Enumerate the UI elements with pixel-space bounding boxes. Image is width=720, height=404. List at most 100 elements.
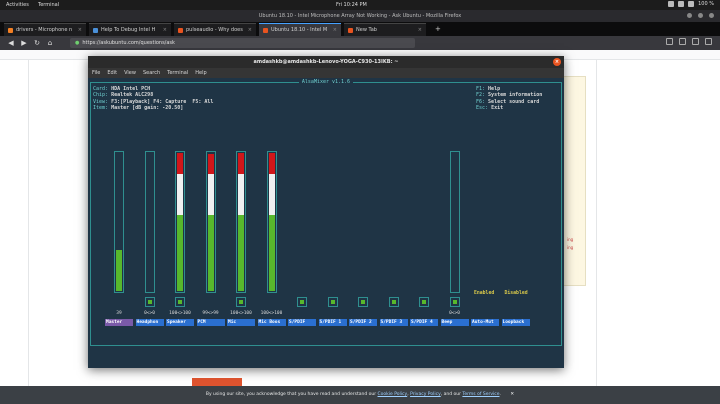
channel-label[interactable]: S/PDIF 1 (318, 319, 347, 326)
channel-label[interactable]: Mic Boos (257, 319, 286, 326)
cookie-policy-link[interactable]: Cookie Policy (378, 392, 408, 397)
favicon-icon (8, 27, 13, 33)
channel-label[interactable]: S/PDIF 3 (379, 319, 408, 326)
volume-fill-white (238, 173, 244, 216)
volume-bar[interactable] (144, 151, 155, 293)
favicon-icon (178, 27, 183, 33)
terminal-window[interactable]: amdashkb@amdashkb-Lenovo-YOGA-C930-13IKB… (88, 56, 564, 368)
minimize-icon[interactable] (687, 13, 692, 18)
channel-label[interactable]: S/PDIF 2 (349, 319, 377, 326)
mute-switch[interactable] (419, 297, 429, 307)
mute-switch[interactable] (449, 297, 460, 307)
volume-value: 0<>0 (449, 311, 460, 316)
menu-item-search[interactable]: Search (143, 70, 160, 76)
terms-of-service-link[interactable]: Terms of Service (462, 392, 499, 397)
browser-tab[interactable]: pulseaudio - Why does × (174, 23, 256, 36)
mute-switch-indicator (361, 300, 365, 304)
maximize-icon[interactable] (698, 13, 703, 18)
volume-icon (678, 1, 685, 7)
back-icon[interactable]: ◀ (6, 39, 16, 47)
cookie-text: , and our (440, 392, 461, 397)
channel-label[interactable]: Mic (227, 319, 255, 326)
mute-switch[interactable] (327, 297, 338, 307)
help-keys: F1: Help F2: System information F6: Select… (476, 86, 542, 111)
mute-switch[interactable] (175, 297, 185, 307)
library-icon[interactable] (666, 38, 673, 45)
mute-switch[interactable] (236, 297, 246, 307)
tab-label: New Tab (356, 27, 377, 33)
app-menu[interactable]: Terminal (38, 2, 59, 8)
activities-button[interactable]: Activities (6, 2, 29, 8)
volume-bar[interactable] (175, 151, 185, 293)
channel-label[interactable]: Loopback (501, 319, 530, 326)
gnome-top-bar: Activities Terminal Fri 10:24 PM 100 % (0, 0, 720, 10)
browser-tab[interactable]: drivers - Microphone n × (4, 23, 86, 36)
enum-value: Disabled (504, 291, 528, 296)
menu-item-terminal[interactable]: Terminal (167, 70, 188, 76)
sidebar-link[interactable]: ing (567, 237, 573, 242)
clock[interactable]: Fri 10:24 PM (336, 2, 367, 8)
tab-close-icon[interactable]: × (333, 27, 337, 33)
system-tray[interactable]: 100 % (668, 1, 714, 7)
forward-icon[interactable]: ▶ (19, 39, 29, 47)
mute-switch[interactable] (358, 297, 368, 307)
channel-label[interactable]: S/PDIF (288, 319, 316, 326)
channel-label[interactable]: Master (105, 319, 133, 326)
new-tab-icon[interactable]: + (429, 23, 447, 36)
post-question-button[interactable] (192, 378, 242, 386)
card-info: Card: HDA Intel PCH Chip: Realtek ALC298 V… (93, 86, 213, 111)
battery-icon (688, 1, 695, 7)
privacy-policy-link[interactable]: Privacy Policy (410, 392, 441, 397)
tab-close-icon[interactable]: × (418, 27, 422, 33)
browser-tab[interactable]: New Tab × (344, 23, 426, 36)
url-bar[interactable]: ● https://askubuntu.com/questions/ask (70, 38, 415, 48)
menu-item-help[interactable]: Help (195, 70, 206, 76)
terminal-title: amdashkb@amdashkb-Lenovo-YOGA-C930-13IKB… (253, 59, 399, 65)
mute-switch[interactable] (144, 297, 155, 307)
terminal-titlebar[interactable]: amdashkb@amdashkb-Lenovo-YOGA-C930-13IKB… (88, 56, 564, 68)
mute-switch-indicator (147, 300, 152, 304)
card-info-line: Item: Master [dB gain: -20.50] (93, 104, 184, 111)
mute-switch-indicator (422, 300, 426, 304)
menu-item-file[interactable]: File (92, 70, 100, 76)
volume-bar[interactable] (266, 151, 277, 293)
channel-label[interactable]: Speaker (166, 319, 194, 326)
channel-label[interactable]: Auto-Mut (471, 319, 499, 326)
tab-label: pulseaudio - Why does (186, 27, 243, 33)
sidebar-link[interactable]: ing (567, 245, 573, 250)
volume-bar[interactable] (205, 151, 216, 293)
close-icon[interactable]: ✕ (510, 392, 514, 397)
close-icon[interactable] (709, 13, 714, 18)
alsamixer-screen[interactable]: AlsaMixer v1.1.6 Card: HDA Intel PCH Chip… (88, 78, 564, 368)
browser-tab[interactable]: Ubuntu 18.10 - Intel M × (259, 23, 341, 36)
close-icon[interactable]: × (553, 58, 561, 66)
channel-label[interactable]: PCM (196, 319, 225, 326)
channel-label[interactable]: S/PDIF 4 (410, 319, 438, 326)
alsamixer-title: AlsaMixer v1.1.6 (88, 79, 564, 85)
volume-value: 39 (116, 311, 122, 316)
volume-bar[interactable] (449, 151, 460, 293)
volume-bar[interactable] (236, 151, 246, 293)
mute-switch[interactable] (388, 297, 399, 307)
firefox-titlebar: Ubuntu 18.10 - Intel Microphone Array No… (0, 10, 720, 22)
mute-switch[interactable] (297, 297, 307, 307)
volume-value: 100<>100 (260, 311, 283, 316)
mute-switch-indicator (300, 300, 304, 304)
tab-close-icon[interactable]: × (78, 27, 82, 33)
browser-tab[interactable]: Help To Debug Intel H × (89, 23, 171, 36)
channel-label[interactable]: Headphon (135, 319, 164, 326)
volume-bar[interactable] (114, 151, 124, 293)
tab-label: Ubuntu 18.10 - Intel M (271, 27, 328, 33)
channel-label[interactable]: Beep (440, 319, 469, 326)
extension-icon[interactable] (692, 38, 699, 45)
menu-item-view[interactable]: View (124, 70, 136, 76)
tab-close-icon[interactable]: × (248, 27, 252, 33)
home-icon[interactable]: ⌂ (45, 39, 55, 47)
column-divider (596, 60, 597, 386)
reload-icon[interactable]: ↻ (32, 39, 42, 47)
menu-item-edit[interactable]: Edit (107, 70, 117, 76)
tab-close-icon[interactable]: × (163, 27, 167, 33)
menu-icon[interactable] (705, 38, 712, 45)
sidebar-icon[interactable] (679, 38, 686, 45)
window-controls (687, 13, 714, 18)
